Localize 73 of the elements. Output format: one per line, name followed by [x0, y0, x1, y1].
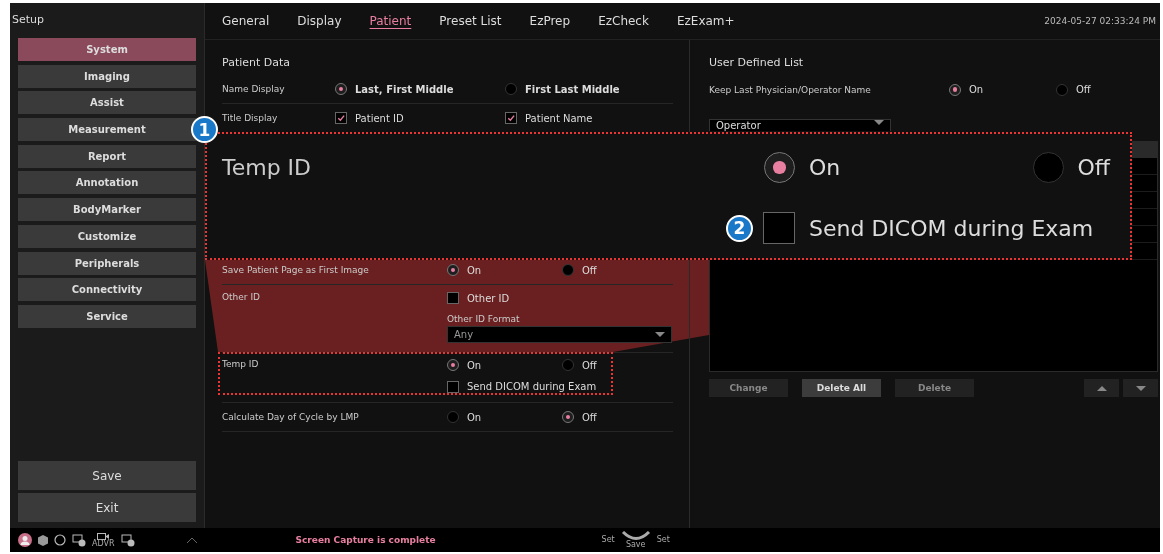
- checkbox-option[interactable]: Send DICOM during Exam: [447, 380, 597, 393]
- circle-icon[interactable]: [54, 534, 66, 546]
- cube-icon[interactable]: [38, 534, 48, 546]
- tab[interactable]: General: [222, 14, 270, 28]
- sidebar-item[interactable]: Imaging: [18, 64, 196, 88]
- sidebar-item[interactable]: Connectivity: [18, 278, 196, 302]
- dial-label: Save: [625, 541, 646, 549]
- tab[interactable]: EzCheck: [598, 14, 649, 28]
- sidebar-item[interactable]: Annotation: [18, 171, 196, 195]
- move-up-button[interactable]: [1084, 379, 1119, 397]
- sidebar-item[interactable]: System: [18, 38, 196, 61]
- radio-option[interactable]: On: [447, 411, 562, 423]
- status-message: Screen Capture is complete: [295, 535, 436, 545]
- action-button[interactable]: Save: [18, 461, 196, 490]
- down-arrow-icon: [655, 332, 665, 337]
- up-arrow-icon: [1096, 385, 1107, 391]
- callout-title: Temp ID: [222, 155, 313, 180]
- check-icon: [506, 113, 516, 123]
- sidebar-item[interactable]: Assist: [18, 91, 196, 115]
- field-label: Other ID Format: [447, 314, 520, 324]
- setting-label: Title Display: [222, 113, 279, 123]
- action-button[interactable]: Exit: [18, 493, 196, 522]
- sidebar-item[interactable]: Measurement: [18, 118, 196, 142]
- clip-remove-icon[interactable]: [72, 533, 86, 547]
- setting-label: Calculate Day of Cycle by LMP: [222, 412, 360, 422]
- radio-option[interactable]: On: [949, 83, 1056, 96]
- radio-option[interactable]: On: [764, 152, 1033, 183]
- section-title: Patient Data: [222, 56, 292, 71]
- setting-label: Temp ID: [222, 359, 260, 369]
- sidebar-item[interactable]: Customize: [18, 224, 196, 248]
- radio-option[interactable]: Off: [562, 359, 673, 371]
- radio-option[interactable]: Off: [562, 411, 673, 423]
- sidebar-item[interactable]: Service: [18, 304, 196, 328]
- move-down-button[interactable]: [1123, 379, 1158, 397]
- checkbox-option[interactable]: Patient ID: [335, 112, 505, 124]
- tab[interactable]: EzExam+: [676, 14, 735, 28]
- operator-dropdown[interactable]: Operator: [709, 119, 891, 131]
- radio-option[interactable]: Last, First Middle: [335, 83, 505, 95]
- radio-option[interactable]: Off: [1032, 152, 1110, 183]
- sidebar-item[interactable]: Report: [18, 144, 196, 168]
- checkbox-option[interactable]: Patient Name: [505, 112, 673, 124]
- tab[interactable]: Patient: [369, 14, 412, 28]
- list-button[interactable]: Delete All: [802, 379, 881, 397]
- date-time: 2024-05-27 02:33:24 PM: [1044, 16, 1156, 26]
- camera-icon[interactable]: [97, 532, 110, 540]
- chevron-up-icon[interactable]: [185, 536, 198, 544]
- dial-icon[interactable]: [620, 531, 651, 541]
- radio-option[interactable]: On: [447, 359, 562, 371]
- down-arrow-icon: [874, 120, 884, 125]
- tab[interactable]: Preset List: [439, 14, 502, 28]
- section-title: User Defined List: [709, 56, 805, 71]
- checkbox-option[interactable]: Send DICOM during Exam: [763, 212, 1094, 244]
- setting-label: Keep Last Physician/Operator Name: [709, 84, 872, 95]
- setting-label: Name Display: [222, 84, 286, 94]
- tab[interactable]: EzPrep: [529, 14, 571, 28]
- step-badge: 2: [726, 214, 753, 242]
- checkbox-option[interactable]: Other ID: [447, 292, 562, 304]
- advr-label: ADVR: [92, 539, 115, 548]
- sidebar-item[interactable]: BodyMarker: [18, 198, 196, 222]
- tab[interactable]: Display: [297, 14, 342, 28]
- user-avatar-icon[interactable]: [18, 533, 32, 547]
- check-icon: [336, 113, 346, 123]
- setting-label: Save Patient Page as First Image: [222, 265, 370, 275]
- radio-option[interactable]: First Last Middle: [505, 83, 673, 95]
- down-arrow-icon: [1135, 385, 1146, 391]
- dial-label: Set: [656, 536, 670, 544]
- radio-option[interactable]: Off: [1056, 83, 1158, 96]
- dial-label: Set: [601, 536, 615, 544]
- sidebar-title: Setup: [12, 12, 46, 28]
- setting-label: Other ID: [222, 292, 261, 302]
- sidebar-item[interactable]: Peripherals: [18, 251, 196, 275]
- format-dropdown[interactable]: Any: [447, 326, 672, 343]
- image-remove-icon[interactable]: [120, 533, 135, 547]
